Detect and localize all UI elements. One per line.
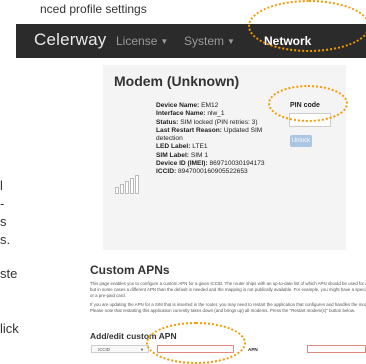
- info-row: Status: SIM locked (PIN retries: 3): [156, 118, 258, 126]
- info-row: Device ID (IMEI): 869710030194173: [156, 160, 265, 168]
- side-text-fragment: s: [0, 214, 7, 229]
- info-row: SIM Label: SIM 1: [156, 151, 209, 159]
- info-row: Device Name: EM12: [156, 102, 219, 109]
- iccid-select-value: ICCID: [98, 347, 110, 352]
- info-row: Interface Name: nlw_1: [156, 110, 225, 118]
- modem-info: Device Name: EM12 Interface Name: nlw_1 …: [156, 102, 274, 177]
- unlock-button[interactable]: Unlock: [290, 135, 312, 147]
- brand-logo[interactable]: Celerway: [34, 30, 106, 50]
- annotation-circle-iccid-input: [146, 322, 246, 364]
- side-text-fragment: -: [0, 196, 5, 211]
- nav-license-label: License: [116, 34, 158, 48]
- apn-label: APN: [248, 347, 258, 352]
- caret-down-icon: ▼: [160, 37, 169, 46]
- info-row: Last Restart Reason: Updated SIM detecti…: [156, 126, 263, 143]
- side-text-fragment: ste: [0, 266, 18, 281]
- side-text-fragment: l: [0, 178, 3, 193]
- side-text-fragment: s.: [0, 232, 11, 247]
- custom-apns-title: Custom APNs: [90, 263, 170, 277]
- signal-strength-icon: [115, 174, 143, 194]
- modem-title: Modem (Unknown): [114, 73, 240, 89]
- top-caption: nced profile settings: [40, 2, 147, 16]
- nav-system[interactable]: System ▼: [184, 34, 235, 48]
- custom-apns-description: This page enables you to configure a cus…: [90, 281, 366, 313]
- nav-license[interactable]: License ▼: [116, 34, 168, 48]
- annotation-circle-network: [248, 0, 366, 52]
- info-row: LED Label: LTE1: [156, 143, 208, 151]
- info-row: ICCID: 8947000160905522653: [156, 168, 248, 176]
- side-text-fragment: lick: [0, 321, 19, 336]
- annotation-circle-pin-code: [268, 85, 348, 122]
- nav-system-label: System: [184, 34, 225, 48]
- caret-down-icon: ▼: [227, 37, 235, 46]
